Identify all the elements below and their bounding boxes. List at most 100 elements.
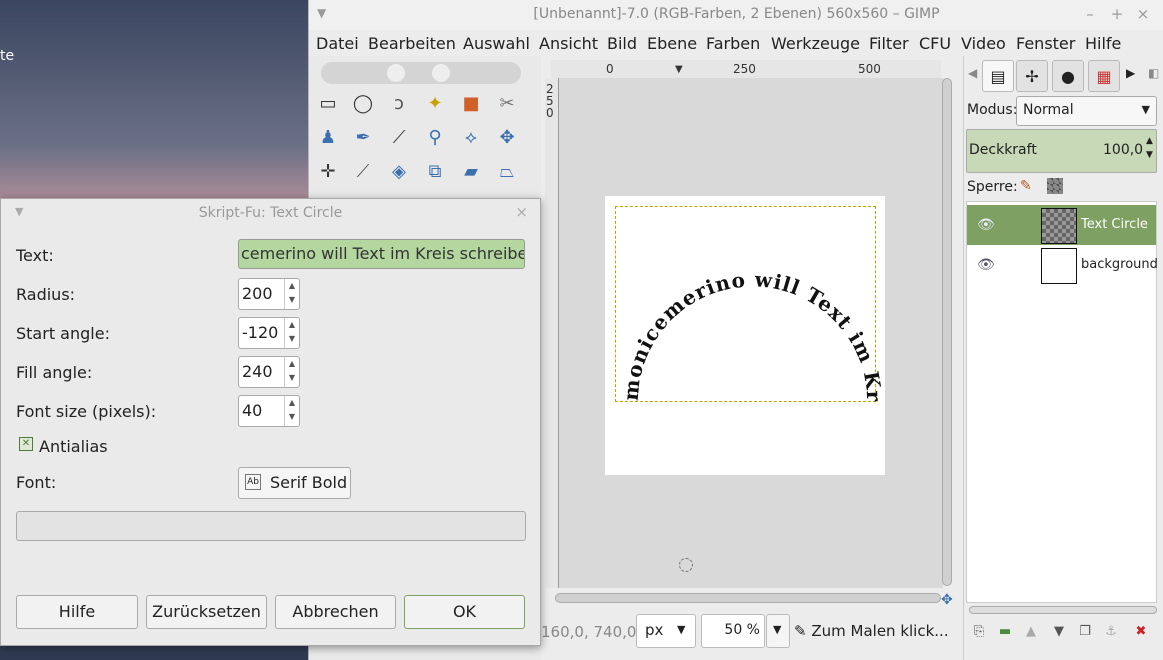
fill-angle-value: 240 [242, 362, 273, 381]
mode-select[interactable]: Normal ▼ [1016, 96, 1157, 126]
tab-paths[interactable]: ✢ [1016, 60, 1048, 92]
reset-button[interactable]: Zurücksetzen [146, 595, 267, 629]
pointer-indicator-icon [679, 558, 693, 572]
visibility-eye-icon[interactable]: 👁 [977, 217, 995, 233]
window-title: [Unbenannt]-7.0 (RGB-Farben, 2 Ebenen) 5… [533, 6, 940, 22]
stepper-arrows-icon[interactable]: ▲ ▼ [284, 279, 299, 309]
text-label: Text: [16, 246, 54, 265]
text-input[interactable]: cemerino will Text im Kreis schreiben [238, 239, 525, 269]
tab-brushes[interactable]: ● [1052, 60, 1084, 92]
zoom-dropdown-button[interactable]: ▼ [766, 614, 790, 648]
menu-datei[interactable]: Datei [316, 34, 359, 53]
fuzzy-select-icon[interactable]: ✦ [422, 90, 448, 116]
dialog-close-icon[interactable]: × [515, 203, 528, 221]
stepper-arrows-icon[interactable]: ▲ ▼ [284, 357, 299, 387]
select-by-color-icon[interactable]: ■ [458, 90, 484, 116]
align-icon[interactable]: ✛ [315, 158, 341, 184]
foreground-select-icon[interactable]: ♟ [315, 124, 341, 150]
menu-hilfe[interactable]: Hilfe [1085, 34, 1121, 53]
menu-farben[interactable]: Farben [706, 34, 760, 53]
font-size-label: Font size (pixels): [16, 402, 157, 421]
font-label: Font: [16, 473, 57, 492]
dialog-title: Skript-Fu: Text Circle [198, 205, 343, 221]
menu-ebene[interactable]: Ebene [647, 34, 697, 53]
stepper-arrows-icon[interactable]: ▲ ▼ [284, 318, 299, 348]
layer-name: Text Circle [1081, 217, 1148, 232]
opacity-spinner-icon[interactable]: ▲ ▼ [1146, 134, 1153, 162]
menu-bearbeiten[interactable]: Bearbeiten [368, 34, 456, 53]
delete-layer-icon[interactable]: ✖ [1131, 624, 1151, 644]
stepper-arrows-icon[interactable]: ▲ ▼ [284, 396, 299, 426]
chevron-down-icon: ▼ [773, 623, 782, 636]
vertical-scrollbar[interactable] [942, 78, 952, 586]
horizontal-scrollbar[interactable] [555, 593, 941, 603]
color-picker-icon[interactable]: ⟋ [386, 124, 412, 150]
fill-angle-stepper[interactable]: 240 ▲ ▼ [238, 356, 300, 388]
raise-layer-icon[interactable]: ▲ [1021, 624, 1041, 644]
close-button[interactable]: × [1133, 5, 1153, 23]
menu-cfu[interactable]: CFU [919, 34, 951, 53]
new-layer-icon[interactable]: ⎘ [969, 624, 989, 644]
menu-filter[interactable]: Filter [869, 34, 909, 53]
zoom-icon[interactable]: ⚲ [422, 124, 448, 150]
menu-bar: Datei Bearbeiten Auswahl Ansicht Bild Eb… [309, 30, 1163, 56]
ruler-tick-label: 0 [606, 62, 614, 76]
svg-text:monicemerino will Text im Krei: monicemerino will Text im Kreis schreibe… [605, 196, 885, 403]
radius-stepper[interactable]: 200 ▲ ▼ [238, 278, 300, 310]
crop-icon[interactable]: ⟋ [350, 158, 376, 184]
duplicate-layer-icon[interactable]: ❐ [1075, 624, 1095, 644]
font-select-button[interactable]: Ab Serif Bold [238, 467, 351, 499]
navigate-icon[interactable]: ✥ [941, 592, 953, 608]
scale-icon[interactable]: ⧉ [422, 158, 448, 184]
zoom-input[interactable]: 50 % [701, 614, 765, 648]
anchor-layer-icon[interactable]: ⚓ [1101, 624, 1121, 644]
scissors-icon[interactable]: ✂ [494, 90, 520, 116]
menu-fenster[interactable]: Fenster [1016, 34, 1075, 53]
move-icon[interactable]: ✥ [494, 124, 520, 150]
layers-scrollbar[interactable] [969, 606, 1157, 614]
lock-pixels-icon[interactable]: ✎ [1020, 178, 1032, 194]
lasso-icon[interactable]: ↄ [386, 90, 412, 116]
tab-scroll-left-icon[interactable]: ◀ [968, 66, 977, 80]
measure-icon[interactable]: ⟡ [458, 124, 484, 150]
unit-select[interactable]: px ▼ [636, 614, 696, 648]
minimize-button[interactable]: – [1080, 5, 1100, 23]
menu-werkzeuge[interactable]: Werkzeuge [771, 34, 860, 53]
help-button[interactable]: Hilfe [16, 595, 138, 629]
menu-ansicht[interactable]: Ansicht [539, 34, 598, 53]
rotate-icon[interactable]: ◈ [386, 158, 412, 184]
menu-bild[interactable]: Bild [607, 34, 637, 53]
lower-layer-icon[interactable]: ▼ [1049, 624, 1069, 644]
font-size-stepper[interactable]: 40 ▲ ▼ [238, 395, 300, 427]
opacity-slider[interactable]: Deckkraft 100,0 ▲ ▼ [966, 129, 1157, 173]
status-message: ✎ Zum Malen klick... [794, 622, 949, 640]
title-bar: ▼ [Unbenannt]-7.0 (RGB-Farben, 2 Ebenen)… [309, 0, 1163, 31]
tab-layers[interactable]: ▤ [982, 60, 1014, 92]
ellipse-select-icon[interactable]: ◯ [350, 90, 376, 116]
maximize-button[interactable]: + [1107, 5, 1127, 23]
tab-scroll-right-icon[interactable]: ▶ [1126, 66, 1135, 80]
antialias-checkbox[interactable]: ✕ [19, 437, 33, 451]
layer-row[interactable]: 👁 background [967, 245, 1158, 285]
layer-row[interactable]: 👁 Text Circle [967, 205, 1156, 245]
fill-angle-label: Fill angle: [16, 363, 93, 382]
cancel-button[interactable]: Abbrechen [275, 595, 396, 629]
perspective-icon[interactable]: ⏢ [494, 158, 520, 184]
ruler-tick-label: 500 [858, 62, 881, 76]
lock-alpha-icon[interactable] [1047, 178, 1063, 194]
tab-patterns[interactable]: ▦ [1088, 60, 1120, 92]
wilber-logo [321, 58, 521, 86]
new-group-icon[interactable]: ▬ [995, 624, 1015, 644]
dock-menu-icon[interactable]: ◧ [1148, 66, 1159, 80]
horizontal-ruler: 0 250 500 ▼ [551, 60, 941, 79]
chevron-down-icon: ▼ [1141, 103, 1150, 116]
start-angle-stepper[interactable]: -120 ▲ ▼ [238, 317, 300, 349]
ok-button[interactable]: OK [404, 595, 525, 629]
layer-thumbnail [1041, 208, 1077, 244]
paths-icon[interactable]: ✒ [350, 124, 376, 150]
menu-video[interactable]: Video [961, 34, 1006, 53]
shear-icon[interactable]: ▰ [458, 158, 484, 184]
visibility-eye-icon[interactable]: 👁 [977, 257, 995, 273]
menu-auswahl[interactable]: Auswahl [463, 34, 530, 53]
rect-select-icon[interactable]: ▭ [315, 90, 341, 116]
